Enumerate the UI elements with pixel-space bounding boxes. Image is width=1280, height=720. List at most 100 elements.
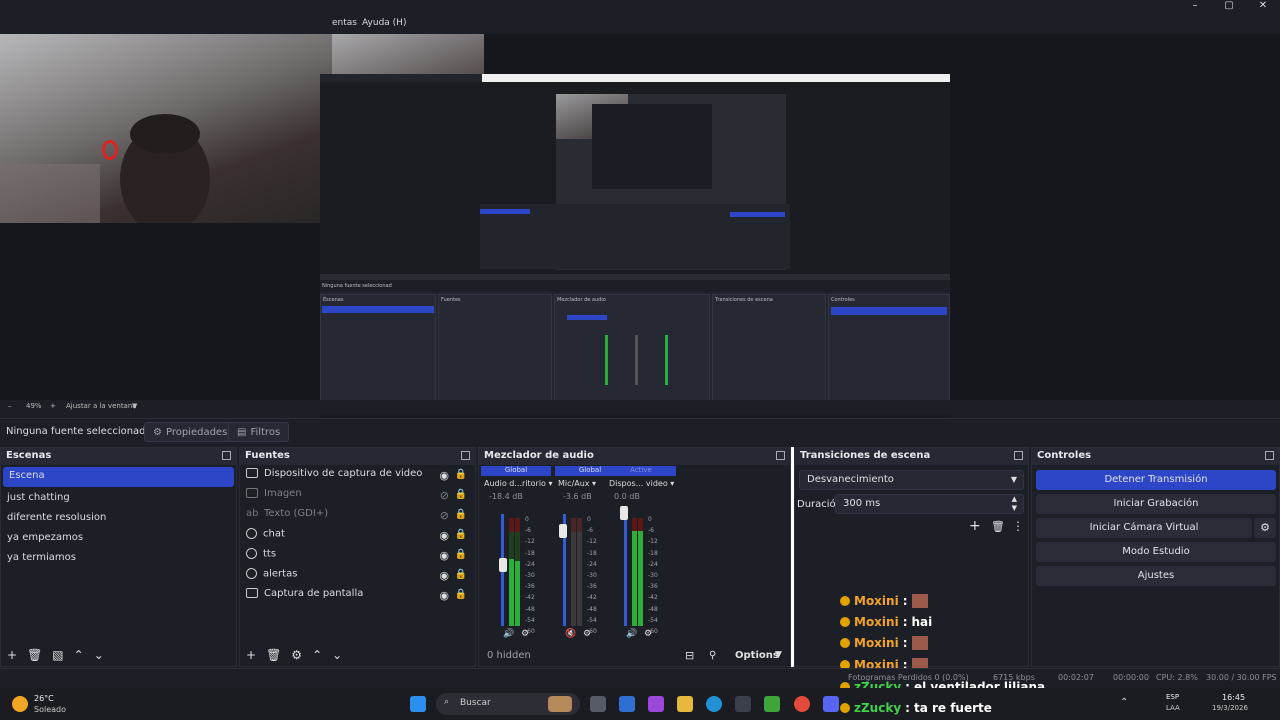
menu-item-ayuda[interactable]: Ayuda (H) xyxy=(362,18,406,28)
scene-item[interactable]: ya termiamos xyxy=(1,549,236,569)
chevron-down-icon[interactable]: ▼ xyxy=(775,650,782,660)
store-icon[interactable] xyxy=(735,696,751,712)
undock-icon[interactable] xyxy=(222,451,231,460)
link-icon[interactable]: ⚲ xyxy=(709,650,716,661)
language-indicator[interactable]: ESP xyxy=(1166,693,1179,701)
move-up-button[interactable]: ⌃ xyxy=(74,648,84,662)
eye-icon[interactable]: ◉ xyxy=(439,549,449,562)
eye-icon[interactable]: ◉ xyxy=(439,529,449,542)
undock-icon[interactable] xyxy=(461,451,470,460)
lock-icon[interactable]: 🔒 xyxy=(455,489,467,500)
preview-canvas[interactable]: Ninguna fuente seleccionad Escenas Fuent… xyxy=(0,34,1280,430)
scene-item[interactable]: Escena xyxy=(3,467,234,487)
outlook-icon[interactable] xyxy=(619,696,635,712)
eye-hidden-icon[interactable]: ⊘ xyxy=(440,489,449,502)
start-recording-button[interactable]: Iniciar Grabación xyxy=(1036,494,1276,514)
properties-button[interactable]: ⚙ Propiedades xyxy=(144,422,237,442)
discord-icon[interactable] xyxy=(823,696,839,712)
layout-toggle-icon[interactable]: ⊟ xyxy=(685,649,694,662)
minecraft-icon[interactable] xyxy=(764,696,780,712)
lock-icon[interactable]: 🔒 xyxy=(455,529,467,540)
source-item[interactable]: ab Texto (GDI+) ⊘ 🔒 xyxy=(240,505,475,525)
eye-icon[interactable]: ◉ xyxy=(439,589,449,602)
trash-icon[interactable]: 🗑 xyxy=(991,520,1005,533)
chrome-icon[interactable] xyxy=(794,696,810,712)
fader-knob[interactable] xyxy=(499,558,507,572)
close-button[interactable]: ✕ xyxy=(1246,0,1280,14)
gear-icon[interactable]: ⚙ xyxy=(583,629,591,639)
add-scene-button[interactable]: + xyxy=(7,648,17,662)
app-icon[interactable] xyxy=(648,696,664,712)
add-source-button[interactable]: + xyxy=(246,648,256,662)
clock-date[interactable]: 19/3/2026 xyxy=(1212,704,1248,712)
move-up-button[interactable]: ⌃ xyxy=(312,648,322,662)
minimize-button[interactable]: – xyxy=(1178,0,1212,14)
gear-icon[interactable]: ⚙ xyxy=(644,629,652,639)
taskbar-search[interactable]: Buscar ⌕ xyxy=(436,693,580,715)
edge-icon[interactable] xyxy=(706,696,722,712)
move-down-button[interactable]: ⌄ xyxy=(332,648,342,662)
settings-button[interactable]: Ajustes xyxy=(1036,566,1276,586)
zoom-out-button[interactable]: – xyxy=(8,402,12,410)
studio-mode-button[interactable]: Modo Estudio xyxy=(1036,542,1276,562)
scene-item[interactable]: ya empezamos xyxy=(1,529,236,549)
muted-speaker-icon[interactable]: 🔇 xyxy=(565,629,576,639)
eye-icon[interactable]: ◉ xyxy=(439,469,449,482)
menu-item-ventanas[interactable]: entas xyxy=(332,18,357,28)
gear-icon[interactable]: ⚙ xyxy=(291,648,302,662)
speaker-icon[interactable]: 🔊 xyxy=(626,629,637,639)
scene-item[interactable]: diferente resolusion xyxy=(1,509,236,529)
lock-icon[interactable]: 🔒 xyxy=(455,509,467,520)
zoom-in-button[interactable]: + xyxy=(50,402,56,410)
trash-icon[interactable]: 🗑 xyxy=(266,648,281,662)
filter-icon[interactable]: ▧ xyxy=(52,648,63,662)
weather-sun-icon[interactable] xyxy=(12,696,28,712)
source-item[interactable]: chat ◉ 🔒 xyxy=(240,525,475,545)
undock-icon[interactable] xyxy=(776,451,785,460)
chevron-down-icon[interactable]: ▼ xyxy=(132,402,137,410)
eye-icon[interactable]: ◉ xyxy=(439,569,449,582)
volume-db: -18.4 dB xyxy=(489,492,523,501)
volume-slider[interactable] xyxy=(624,514,627,626)
lock-icon[interactable]: 🔒 xyxy=(455,469,467,480)
source-item[interactable]: tts ◉ 🔒 xyxy=(240,545,475,565)
lock-icon[interactable]: 🔒 xyxy=(455,589,467,600)
source-item[interactable]: alertas ◉ 🔒 xyxy=(240,565,475,585)
keyboard-layout[interactable]: LAA xyxy=(1166,704,1180,712)
transition-select[interactable]: Desvanecimiento ▼ xyxy=(799,470,1024,490)
options-button[interactable]: Options xyxy=(735,650,779,661)
lock-icon[interactable]: 🔒 xyxy=(455,549,467,560)
zoom-fit-dropdown[interactable]: Ajustar a la ventana xyxy=(66,402,137,410)
clock-time[interactable]: 16:45 xyxy=(1222,693,1245,702)
menu-bar: entas Ayuda (H) xyxy=(0,14,1280,34)
filters-button[interactable]: ▤ Filtros xyxy=(228,422,290,442)
more-options-icon[interactable]: ⋮ xyxy=(1012,519,1024,533)
file-explorer-icon[interactable] xyxy=(677,696,693,712)
stream-time: 00:02:07 xyxy=(1058,673,1094,682)
source-item[interactable]: Imagen ⊘ 🔒 xyxy=(240,485,475,505)
speaker-icon[interactable]: 🔊 xyxy=(503,629,514,639)
eye-hidden-icon[interactable]: ⊘ xyxy=(440,509,449,522)
trash-icon[interactable]: 🗑 xyxy=(27,648,42,662)
move-down-button[interactable]: ⌄ xyxy=(94,648,104,662)
chevron-up-icon[interactable]: ⌃ xyxy=(1120,697,1128,708)
start-virtual-camera-button[interactable]: Iniciar Cámara Virtual xyxy=(1036,518,1252,538)
duration-input[interactable]: 300 ms ▲ ▼ xyxy=(835,494,1024,514)
gear-icon[interactable]: ⚙ xyxy=(1254,518,1276,538)
lock-icon[interactable]: 🔒 xyxy=(455,569,467,580)
task-view-icon[interactable] xyxy=(590,696,606,712)
fader-knob[interactable] xyxy=(620,506,628,520)
windows-start-icon[interactable] xyxy=(410,696,426,712)
source-item[interactable]: Captura de pantalla ◉ 🔒 xyxy=(240,585,475,605)
maximize-button[interactable]: ▢ xyxy=(1212,0,1246,14)
nested-preview: Ninguna fuente seleccionad Escenas Fuent… xyxy=(320,74,950,430)
scene-item[interactable]: just chatting xyxy=(1,489,236,509)
gear-icon[interactable]: ⚙ xyxy=(521,629,529,639)
source-item[interactable]: Dispositivo de captura de video ◉ 🔒 xyxy=(240,465,475,485)
add-transition-button[interactable]: + xyxy=(969,518,981,534)
undock-icon[interactable] xyxy=(1014,451,1023,460)
stop-streaming-button[interactable]: Detener Transmisión xyxy=(1036,470,1276,490)
level-meter xyxy=(632,518,637,626)
fader-knob[interactable] xyxy=(559,524,567,538)
undock-icon[interactable] xyxy=(1265,451,1274,460)
